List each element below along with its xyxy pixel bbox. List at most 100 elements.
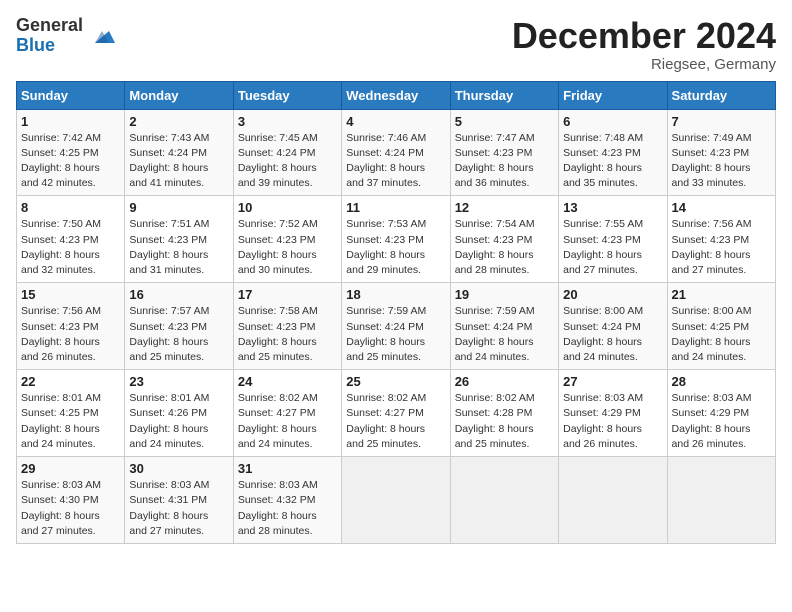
title-block: December 2024 Riegsee, Germany — [512, 16, 776, 73]
day-number: 28 — [672, 374, 771, 389]
day-info: Sunrise: 7:48 AM Sunset: 4:23 PM Dayligh… — [563, 131, 662, 192]
day-info: Sunrise: 8:00 AM Sunset: 4:25 PM Dayligh… — [672, 304, 771, 365]
day-number: 18 — [346, 287, 445, 302]
day-info: Sunrise: 8:00 AM Sunset: 4:24 PM Dayligh… — [563, 304, 662, 365]
day-info: Sunrise: 7:53 AM Sunset: 4:23 PM Dayligh… — [346, 217, 445, 278]
logo-blue: Blue — [16, 36, 83, 56]
day-info: Sunrise: 7:47 AM Sunset: 4:23 PM Dayligh… — [455, 131, 554, 192]
calendar-cell: 28 Sunrise: 8:03 AM Sunset: 4:29 PM Dayli… — [667, 370, 775, 457]
day-number: 30 — [129, 461, 228, 476]
calendar-table: SundayMondayTuesdayWednesdayThursdayFrid… — [16, 81, 776, 544]
column-header-tuesday: Tuesday — [233, 81, 341, 109]
calendar-cell: 8 Sunrise: 7:50 AM Sunset: 4:23 PM Daylig… — [17, 196, 125, 283]
day-number: 25 — [346, 374, 445, 389]
day-number: 3 — [238, 114, 337, 129]
calendar-cell — [667, 457, 775, 544]
calendar-week-row: 22 Sunrise: 8:01 AM Sunset: 4:25 PM Dayli… — [17, 370, 776, 457]
calendar-cell: 2Sunrise: 7:43 AM Sunset: 4:24 PM Daylig… — [125, 109, 233, 196]
day-number: 8 — [21, 200, 120, 215]
day-number: 11 — [346, 200, 445, 215]
calendar-cell: 21 Sunrise: 8:00 AM Sunset: 4:25 PM Dayli… — [667, 283, 775, 370]
location-subtitle: Riegsee, Germany — [512, 56, 776, 73]
day-info: Sunrise: 7:49 AM Sunset: 4:23 PM Dayligh… — [672, 131, 771, 192]
day-number: 1 — [21, 114, 120, 129]
column-header-friday: Friday — [559, 81, 667, 109]
day-info: Sunrise: 7:56 AM Sunset: 4:23 PM Dayligh… — [672, 217, 771, 278]
day-number: 13 — [563, 200, 662, 215]
calendar-cell: 3Sunrise: 7:45 AM Sunset: 4:24 PM Daylig… — [233, 109, 341, 196]
calendar-cell: 12Sunrise: 7:54 AM Sunset: 4:23 PM Dayli… — [450, 196, 558, 283]
calendar-cell: 6 Sunrise: 7:48 AM Sunset: 4:23 PM Daylig… — [559, 109, 667, 196]
day-info: Sunrise: 7:51 AM Sunset: 4:23 PM Dayligh… — [129, 217, 228, 278]
day-number: 22 — [21, 374, 120, 389]
day-number: 9 — [129, 200, 228, 215]
day-info: Sunrise: 8:01 AM Sunset: 4:25 PM Dayligh… — [21, 391, 120, 452]
logo: General Blue — [16, 16, 117, 56]
calendar-cell: 17 Sunrise: 7:58 AM Sunset: 4:23 PM Dayli… — [233, 283, 341, 370]
column-header-sunday: Sunday — [17, 81, 125, 109]
calendar-cell: 29 Sunrise: 8:03 AM Sunset: 4:30 PM Dayli… — [17, 457, 125, 544]
day-number: 10 — [238, 200, 337, 215]
day-info: Sunrise: 8:03 AM Sunset: 4:30 PM Dayligh… — [21, 478, 120, 539]
day-info: Sunrise: 8:02 AM Sunset: 4:28 PM Dayligh… — [455, 391, 554, 452]
day-info: Sunrise: 7:42 AM Sunset: 4:25 PM Dayligh… — [21, 131, 120, 192]
day-number: 27 — [563, 374, 662, 389]
column-header-saturday: Saturday — [667, 81, 775, 109]
day-info: Sunrise: 8:03 AM Sunset: 4:32 PM Dayligh… — [238, 478, 337, 539]
day-info: Sunrise: 7:59 AM Sunset: 4:24 PM Dayligh… — [346, 304, 445, 365]
day-number: 14 — [672, 200, 771, 215]
calendar-cell: 22 Sunrise: 8:01 AM Sunset: 4:25 PM Dayli… — [17, 370, 125, 457]
day-info: Sunrise: 7:59 AM Sunset: 4:24 PM Dayligh… — [455, 304, 554, 365]
calendar-cell: 26 Sunrise: 8:02 AM Sunset: 4:28 PM Dayli… — [450, 370, 558, 457]
calendar-cell: 13 Sunrise: 7:55 AM Sunset: 4:23 PM Dayli… — [559, 196, 667, 283]
calendar-week-row: 29 Sunrise: 8:03 AM Sunset: 4:30 PM Dayli… — [17, 457, 776, 544]
calendar-cell: 7Sunrise: 7:49 AM Sunset: 4:23 PM Daylig… — [667, 109, 775, 196]
calendar-cell: 18 Sunrise: 7:59 AM Sunset: 4:24 PM Dayli… — [342, 283, 450, 370]
day-info: Sunrise: 7:43 AM Sunset: 4:24 PM Dayligh… — [129, 131, 228, 192]
day-number: 21 — [672, 287, 771, 302]
calendar-week-row: 15 Sunrise: 7:56 AM Sunset: 4:23 PM Dayli… — [17, 283, 776, 370]
calendar-week-row: 8 Sunrise: 7:50 AM Sunset: 4:23 PM Daylig… — [17, 196, 776, 283]
day-info: Sunrise: 7:55 AM Sunset: 4:23 PM Dayligh… — [563, 217, 662, 278]
day-info: Sunrise: 7:50 AM Sunset: 4:23 PM Dayligh… — [21, 217, 120, 278]
calendar-cell: 15 Sunrise: 7:56 AM Sunset: 4:23 PM Dayli… — [17, 283, 125, 370]
calendar-cell — [450, 457, 558, 544]
calendar-cell: 23Sunrise: 8:01 AM Sunset: 4:26 PM Dayli… — [125, 370, 233, 457]
calendar-cell: 1 Sunrise: 7:42 AM Sunset: 4:25 PM Daylig… — [17, 109, 125, 196]
day-number: 5 — [455, 114, 554, 129]
calendar-cell — [342, 457, 450, 544]
day-info: Sunrise: 7:57 AM Sunset: 4:23 PM Dayligh… — [129, 304, 228, 365]
day-info: Sunrise: 8:03 AM Sunset: 4:29 PM Dayligh… — [563, 391, 662, 452]
logo-general: General — [16, 16, 83, 36]
calendar-cell: 5 Sunrise: 7:47 AM Sunset: 4:23 PM Daylig… — [450, 109, 558, 196]
column-header-monday: Monday — [125, 81, 233, 109]
column-header-thursday: Thursday — [450, 81, 558, 109]
day-number: 31 — [238, 461, 337, 476]
calendar-cell: 31 Sunrise: 8:03 AM Sunset: 4:32 PM Dayli… — [233, 457, 341, 544]
day-number: 29 — [21, 461, 120, 476]
day-info: Sunrise: 8:02 AM Sunset: 4:27 PM Dayligh… — [346, 391, 445, 452]
day-number: 20 — [563, 287, 662, 302]
day-number: 15 — [21, 287, 120, 302]
logo-icon — [87, 21, 117, 51]
day-info: Sunrise: 7:46 AM Sunset: 4:24 PM Dayligh… — [346, 131, 445, 192]
day-info: Sunrise: 7:52 AM Sunset: 4:23 PM Dayligh… — [238, 217, 337, 278]
day-info: Sunrise: 7:54 AM Sunset: 4:23 PM Dayligh… — [455, 217, 554, 278]
day-info: Sunrise: 8:01 AM Sunset: 4:26 PM Dayligh… — [129, 391, 228, 452]
column-header-wednesday: Wednesday — [342, 81, 450, 109]
day-info: Sunrise: 8:03 AM Sunset: 4:29 PM Dayligh… — [672, 391, 771, 452]
calendar-cell: 9 Sunrise: 7:51 AM Sunset: 4:23 PM Daylig… — [125, 196, 233, 283]
calendar-cell: 14 Sunrise: 7:56 AM Sunset: 4:23 PM Dayli… — [667, 196, 775, 283]
calendar-cell: 25 Sunrise: 8:02 AM Sunset: 4:27 PM Dayli… — [342, 370, 450, 457]
calendar-cell: 16Sunrise: 7:57 AM Sunset: 4:23 PM Dayli… — [125, 283, 233, 370]
day-number: 4 — [346, 114, 445, 129]
calendar-cell: 10 Sunrise: 7:52 AM Sunset: 4:23 PM Dayli… — [233, 196, 341, 283]
calendar-cell: 24Sunrise: 8:02 AM Sunset: 4:27 PM Dayli… — [233, 370, 341, 457]
day-info: Sunrise: 7:58 AM Sunset: 4:23 PM Dayligh… — [238, 304, 337, 365]
day-number: 26 — [455, 374, 554, 389]
day-number: 6 — [563, 114, 662, 129]
day-info: Sunrise: 7:56 AM Sunset: 4:23 PM Dayligh… — [21, 304, 120, 365]
day-number: 17 — [238, 287, 337, 302]
calendar-cell: 19Sunrise: 7:59 AM Sunset: 4:24 PM Dayli… — [450, 283, 558, 370]
calendar-cell: 27 Sunrise: 8:03 AM Sunset: 4:29 PM Dayli… — [559, 370, 667, 457]
